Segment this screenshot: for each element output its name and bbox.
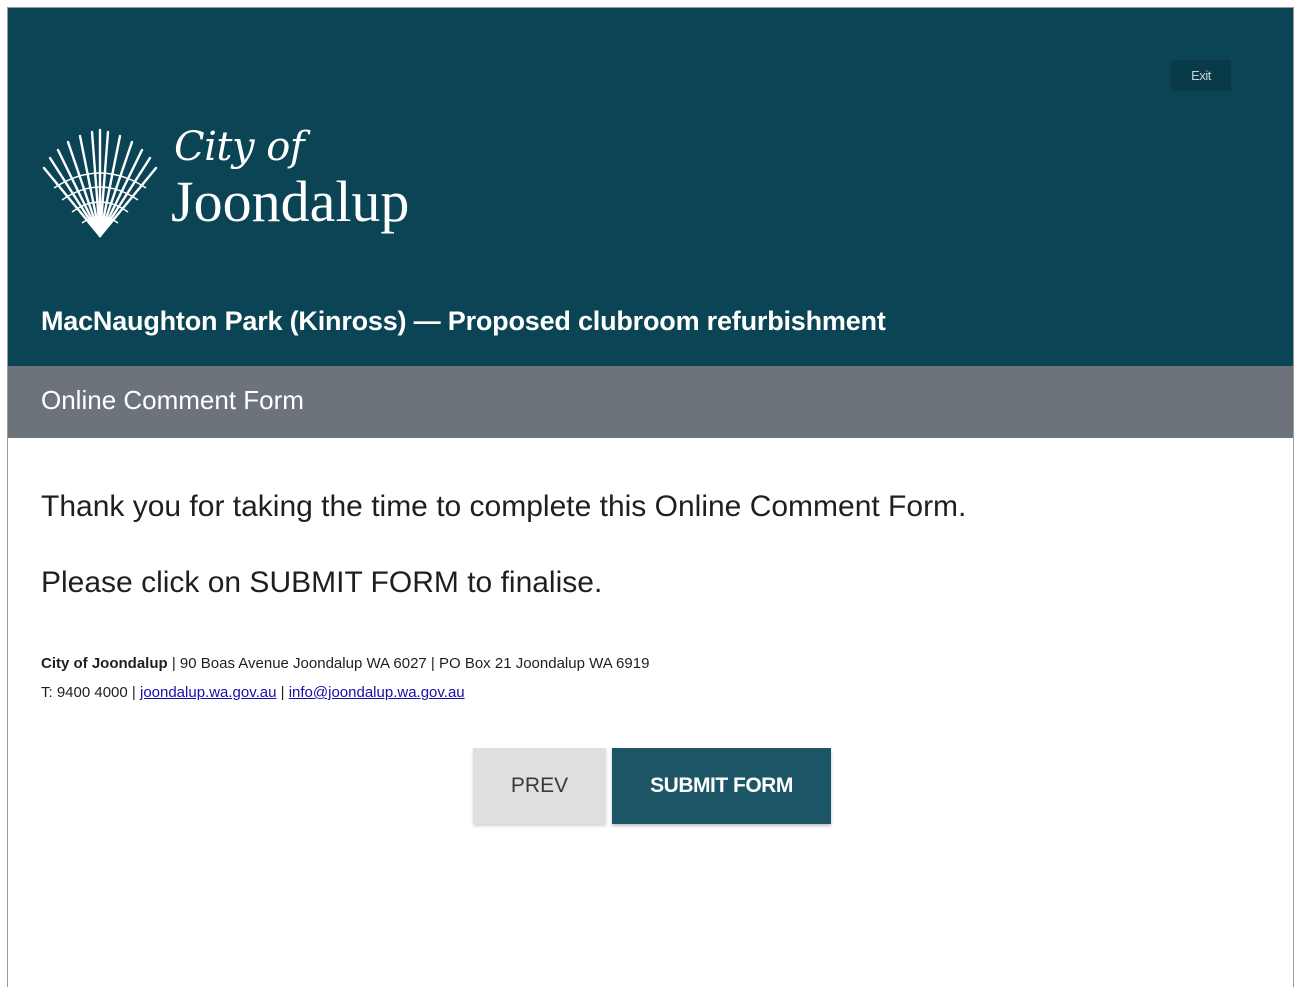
thank-you-message: Thank you for taking the time to complet… — [41, 490, 967, 523]
city-of-joondalup-logo: City of Joondalup — [40, 124, 460, 244]
prev-button[interactable]: PREV — [473, 748, 606, 824]
logo-fan-icon — [42, 128, 158, 238]
footer-address: City of Joondalup | 90 Boas Avenue Joond… — [41, 655, 649, 672]
form-frame: Exit City of Joondalup MacNaughton Park … — [7, 7, 1294, 987]
submit-instruction: Please click on SUBMIT FORM to finalise. — [41, 566, 603, 599]
logo-joondalup-text: Joondalup — [171, 169, 410, 234]
header-banner: Exit City of Joondalup MacNaughton Park … — [8, 8, 1293, 366]
logo-city-of-text: City of — [174, 124, 305, 170]
exit-button[interactable]: Exit — [1171, 60, 1231, 91]
footer-address-text: | 90 Boas Avenue Joondalup WA 6027 | PO … — [167, 655, 650, 672]
footer-phone: T: 9400 4000 | — [41, 684, 140, 701]
footer-contact: T: 9400 4000 | joondalup.wa.gov.au | inf… — [41, 684, 465, 701]
submit-form-button[interactable]: SUBMIT FORM — [612, 748, 831, 824]
form-title: Online Comment Form — [41, 385, 304, 415]
project-title: MacNaughton Park (Kinross) — Proposed cl… — [41, 306, 886, 336]
email-link[interactable]: info@joondalup.wa.gov.au — [289, 684, 465, 701]
website-link[interactable]: joondalup.wa.gov.au — [140, 684, 277, 701]
footer-separator: | — [276, 684, 289, 701]
footer-org-name: City of Joondalup — [41, 655, 168, 672]
